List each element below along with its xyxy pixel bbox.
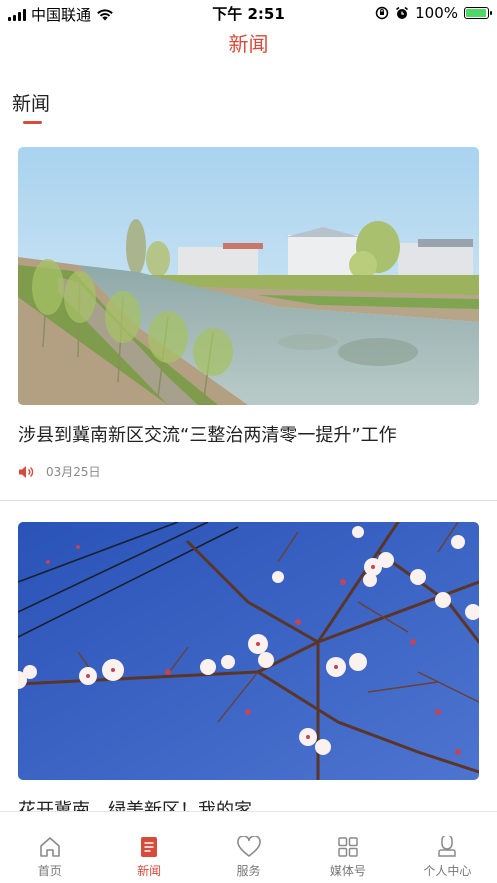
article-card[interactable]: 涉县到冀南新区交流“三整治两清零一提升”工作 03月25日 <box>18 147 479 480</box>
battery-percent: 100% <box>415 4 458 22</box>
tab-label-home: 首页 <box>37 864 62 878</box>
article-divider <box>0 500 497 501</box>
article-meta: 03月25日 <box>18 463 479 480</box>
grid-icon <box>338 837 358 857</box>
article-card[interactable]: 花开冀南，绿美新区！我的家 <box>18 522 479 824</box>
home-icon <box>39 837 60 857</box>
rotation-lock-icon <box>375 6 389 20</box>
tab-home[interactable]: 首页 <box>0 812 99 883</box>
tab-label-news: 新闻 <box>137 864 162 878</box>
tab-bar: 首页 新闻 服务 媒体号 个人中心 <box>0 811 497 883</box>
section-title-underline <box>23 121 42 124</box>
tab-services[interactable]: 服务 <box>199 812 298 883</box>
heart-icon <box>236 836 261 857</box>
section-title: 新闻 <box>12 93 51 115</box>
status-bar: 中国联通 下午 2:51 100% <box>0 0 497 26</box>
tab-news[interactable]: 新闻 <box>99 812 198 883</box>
tab-media[interactable]: 媒体号 <box>298 812 397 883</box>
alarm-icon <box>396 6 409 19</box>
audio-icon[interactable] <box>18 465 34 479</box>
tab-profile[interactable]: 个人中心 <box>398 812 497 883</box>
news-icon <box>141 837 158 857</box>
tab-label-services: 服务 <box>236 864 261 878</box>
battery-icon <box>464 7 492 19</box>
article-image-canal[interactable] <box>18 147 479 405</box>
article-image-blossoms[interactable] <box>18 522 479 780</box>
article-title[interactable]: 涉县到冀南新区交流“三整治两清零一提升”工作 <box>18 423 479 449</box>
tab-label-profile: 个人中心 <box>423 864 472 878</box>
nav-title: 新闻 <box>228 32 269 56</box>
article-date: 03月25日 <box>46 465 101 479</box>
status-right: 100% <box>375 4 492 22</box>
person-icon <box>438 836 457 857</box>
tab-label-media: 媒体号 <box>329 864 366 878</box>
